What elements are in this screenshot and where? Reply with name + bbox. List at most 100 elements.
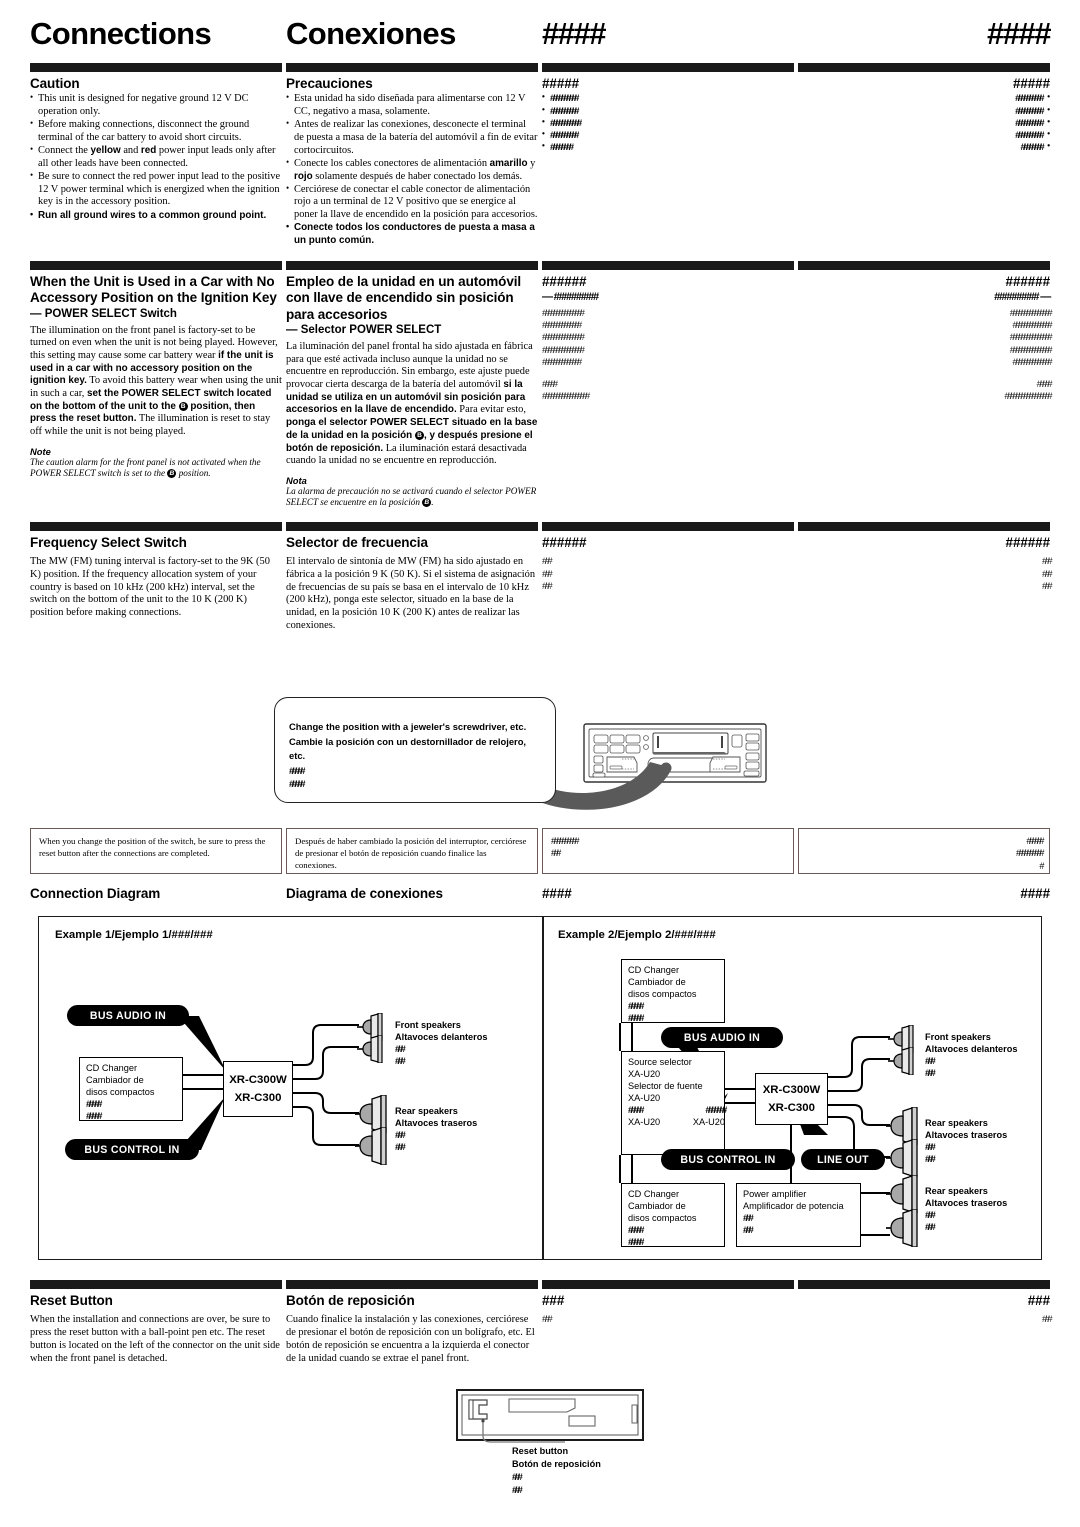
switch-note-c4-wrap: ###### ########## # <box>798 828 1050 874</box>
connection-diagram-box: Example 1/Ejemplo 1/###/### CD Changer C… <box>38 916 1042 1260</box>
section-rule <box>30 63 282 72</box>
text-line: ########## <box>551 836 579 846</box>
text-line: ##### <box>86 1110 102 1121</box>
cd-changer-top-box-ex2: CD Changer Cambiador de disos compactos … <box>621 959 725 1023</box>
switch-note-es-wrap: Después de haber cambiado la posición de… <box>286 828 538 874</box>
speaker-icon-rear-2a-ex2 <box>886 1175 918 1213</box>
section-caution: Caution This unit is designed for negati… <box>30 63 1052 248</box>
section-rule <box>542 1280 794 1289</box>
page-title-en: Connections <box>30 16 212 51</box>
text-line: ############### <box>542 308 585 320</box>
power-amplifier-box-ex2: Power amplifier Amplificador de potencia… <box>736 1183 861 1247</box>
reset-heading-c4: ### <box>1027 1293 1050 1308</box>
frequency-body-c3: ### ### ### <box>542 556 794 592</box>
caution-list-c4: ########## ########## ########## #######… <box>798 92 1050 154</box>
text-line: Front speakers <box>925 1032 991 1042</box>
text-line: XA-U20 <box>628 1068 661 1079</box>
text-line: ### <box>925 1142 936 1153</box>
pill-bus-audio-in-ex1: BUS AUDIO IN <box>67 1005 189 1026</box>
reset-c3: ### ### <box>542 1280 794 1365</box>
text-line: ### <box>542 580 553 592</box>
text-line: Cambiador de <box>628 976 686 987</box>
section-rule <box>286 1280 538 1289</box>
speaker-icon-front-2-ex2 <box>888 1047 914 1075</box>
reset-button-illustration <box>456 1389 644 1443</box>
text-line: Cambiador de <box>86 1074 144 1085</box>
section-connection-diagram-headings: Connection Diagram Diagrama de conexione… <box>30 884 1052 903</box>
text-line: ### <box>542 568 553 580</box>
pill-bus-audio-in-ex2: BUS AUDIO IN <box>661 1027 783 1048</box>
section-rule <box>798 1280 1050 1289</box>
power-select-body-en: The illumination on the front panel is f… <box>30 324 282 438</box>
text-line: ### <box>551 848 561 859</box>
text-line: Altavoces traseros <box>925 1198 1008 1209</box>
callout-lines: Change the position with a jeweler's scr… <box>275 698 555 790</box>
text-line: Altavoces traseros <box>925 1130 1008 1141</box>
text-line: XR-C300W <box>762 1083 821 1096</box>
text-line: Selector de fuente <box>628 1080 703 1091</box>
power-select-subheading-en: — POWER SELECT Switch <box>30 307 177 320</box>
text-line: ### <box>925 1056 936 1067</box>
note-body-en: The caution alarm for the front panel is… <box>30 456 261 478</box>
head-unit-box-ex1: XR-C300W XR-C300 <box>223 1061 293 1117</box>
section-rule <box>30 260 282 270</box>
text-line: Rear speakers <box>925 1118 988 1128</box>
connection-diagram-heading-es: Diagrama de conexiones <box>286 886 443 901</box>
callout-line-es: Cambie la posición con un destornillador… <box>289 735 527 762</box>
text-line: ########## <box>1015 848 1044 859</box>
text-line: ### <box>542 556 553 568</box>
text-line: disos compactos <box>628 988 697 999</box>
source-selector-right-label-ex2: ####### XA-U20 <box>639 1105 727 1129</box>
screwdriver-callout-balloon: Change the position with a jeweler's scr… <box>274 697 556 803</box>
reset-heading-es: Botón de reposición <box>286 1293 415 1308</box>
text-line: # <box>1039 860 1044 871</box>
list-item: ########## <box>798 92 1050 105</box>
frequency-body-c4: ### ### ### <box>798 556 1053 592</box>
text-line: XA-U20 <box>628 1092 661 1103</box>
list-item: ########## <box>542 105 794 118</box>
frequency-en: Frequency Select Switch The MW (FM) tuni… <box>30 521 282 633</box>
text-line: Rear speakers <box>395 1106 458 1116</box>
reset-body-es: Cuando finalice la instalación y las con… <box>286 1314 535 1364</box>
note-heading-en: Note <box>30 445 51 457</box>
note-heading: ##### <box>1036 378 1053 390</box>
frequency-heading-c4: ###### <box>1005 534 1051 550</box>
switch-note-c4: ###### ########## # <box>798 828 1050 874</box>
list-item: Conecte todos los conductores de puesta … <box>286 221 538 247</box>
caution-heading-c4: ##### <box>1012 76 1050 91</box>
section-power-select: When the Unit is Used in a Car with No A… <box>30 260 1053 508</box>
section-rule <box>542 260 794 270</box>
reset-body-en: When the installation and connections ar… <box>30 1314 280 1364</box>
power-select-subheading-c3: — ######### <box>542 291 599 304</box>
text-line: ### <box>925 1154 936 1165</box>
section-rule <box>286 63 538 72</box>
list-item: Before making connections, disconnect th… <box>30 118 282 144</box>
power-select-body-c4: ############### ############## #########… <box>798 308 1053 369</box>
text-line: Botón de reposición <box>512 1459 601 1470</box>
frequency-heading-c3: ###### <box>542 534 587 550</box>
circle-b-icon: B <box>178 401 188 411</box>
text-line: ### <box>395 1056 406 1067</box>
text-line: CD Changer <box>628 1189 680 1199</box>
power-select-subheading-es: — Selector POWER SELECT <box>286 324 442 336</box>
caution-heading-en: Caution <box>30 76 80 91</box>
text-line: ### <box>925 1068 936 1079</box>
power-select-heading-en: When the Unit is Used in a Car with No A… <box>30 273 277 306</box>
list-item: Run all ground wires to a common ground … <box>30 209 282 222</box>
callout-line-en: Change the position with a jeweler's scr… <box>289 721 527 732</box>
list-item: Cerciórese de conectar el cable conector… <box>286 183 538 222</box>
text-line: disos compactos <box>628 1212 697 1223</box>
section-frequency-select: Frequency Select Switch The MW (FM) tuni… <box>30 521 1053 633</box>
text-line: ############### <box>542 332 585 344</box>
power-select-heading-es: Empleo de la unidad en un automóvil con … <box>286 273 522 322</box>
switch-note-en: When you change the position of the swit… <box>30 828 282 874</box>
speaker-icon-rear-2-ex1 <box>355 1127 387 1165</box>
text-line: ### <box>1041 556 1053 568</box>
speaker-icon-rear-1b-ex2 <box>886 1139 918 1177</box>
text-line: ### <box>1041 580 1053 592</box>
page-title-c4: #### <box>987 16 1051 51</box>
rear-speakers-1-label-ex2: Rear speakers Altavoces traseros ### ### <box>925 1117 1007 1166</box>
frequency-es: Selector de frecuencia El intervalo de s… <box>286 521 538 633</box>
text-line: Reset button <box>512 1446 569 1456</box>
pill-bus-control-in-ex2: BUS CONTROL IN <box>661 1149 795 1170</box>
